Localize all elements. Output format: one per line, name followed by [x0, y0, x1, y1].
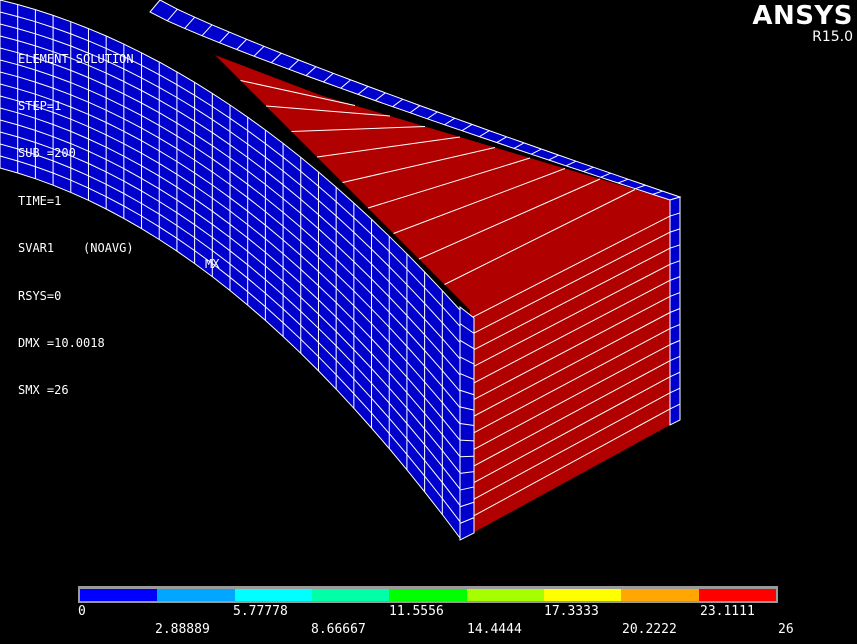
legend-tick-top-1: 5.77778	[233, 604, 288, 619]
legend-swatch-6	[543, 589, 622, 601]
legend-swatch-5	[466, 589, 544, 601]
legend-tick-bottom-2: 14.4444	[467, 622, 522, 637]
info-line-title: ELEMENT SOLUTION	[18, 51, 134, 66]
info-line-time: TIME=1	[18, 193, 62, 208]
legend-tick-bottom-1: 8.66667	[311, 622, 366, 637]
legend-tick-top-2: 11.5556	[389, 604, 444, 619]
legend-swatch-7	[621, 589, 699, 601]
info-line-rsys: RSYS=0	[18, 288, 62, 303]
legend-swatch-0	[80, 589, 158, 601]
ansys-logo: ANSYS R15.0	[752, 2, 853, 45]
info-line-smx: SMX =26	[18, 383, 69, 398]
graphics-viewport[interactable]: ELEMENT SOLUTION STEP=1 SUB =200 TIME=1 …	[0, 0, 857, 644]
legend-tick-top-3: 17.3333	[544, 604, 599, 619]
legend-swatch-1	[157, 589, 235, 601]
legend-swatch-8	[698, 589, 776, 601]
legend-tick-bottom-3: 20.2222	[622, 622, 677, 637]
contour-legend-bar	[78, 586, 778, 603]
end-column-line	[459, 455, 475, 458]
legend-swatch-3	[311, 589, 390, 601]
brand-name: ANSYS	[752, 1, 853, 31]
max-marker-label: MX	[205, 257, 220, 271]
legend-tick-top-4: 23.1111	[700, 604, 755, 619]
info-line-svar: SVAR1 (NOAVG)	[18, 241, 134, 256]
legend-tick-bottom-4: 26	[778, 622, 794, 637]
info-line-dmx: DMX =10.0018	[18, 335, 105, 350]
legend-tick-bottom-0: 2.88889	[155, 622, 210, 637]
legend-swatch-2	[234, 589, 312, 601]
info-line-step: STEP=1	[18, 98, 62, 113]
info-line-sub: SUB =200	[18, 146, 76, 161]
legend-swatch-4	[389, 589, 467, 601]
brand-version: R15.0	[812, 29, 853, 45]
legend-tick-top-0: 0	[78, 604, 86, 619]
solution-info-block: ELEMENT SOLUTION STEP=1 SUB =200 TIME=1 …	[18, 20, 134, 431]
end-column-line	[459, 439, 475, 442]
